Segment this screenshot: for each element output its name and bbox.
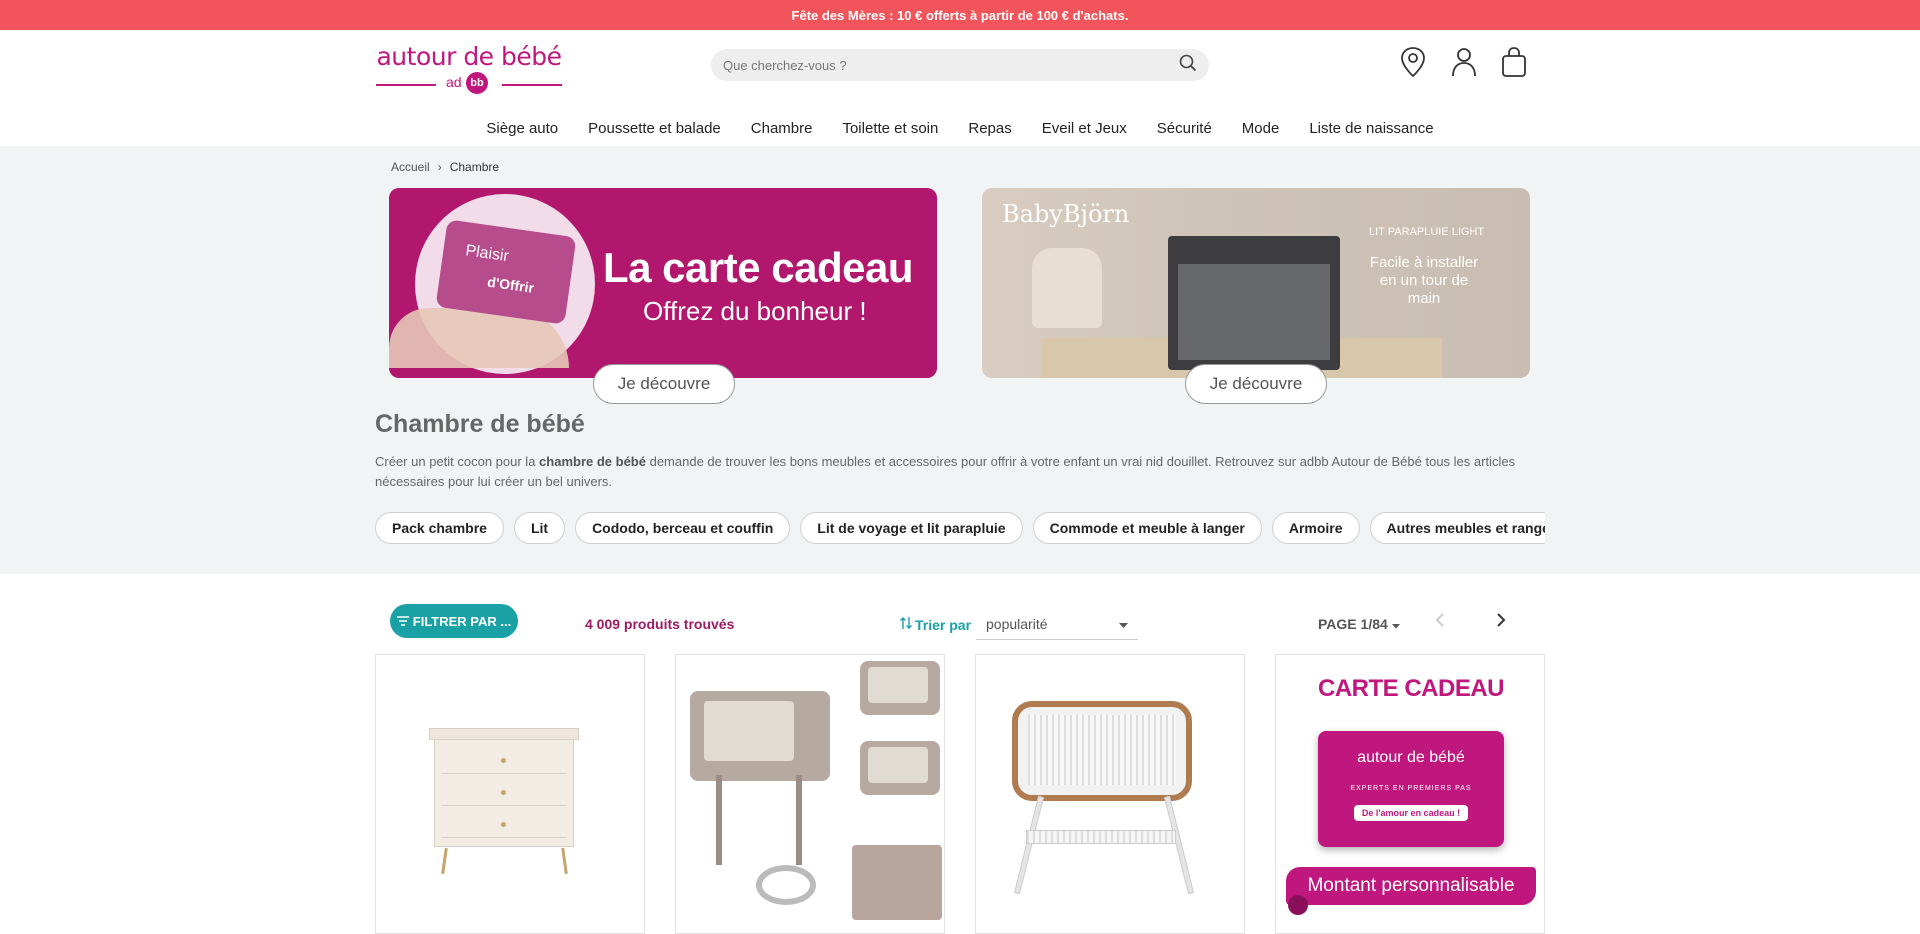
chip-autres-meubles[interactable]: Autres meubles et rangement (1369, 512, 1545, 544)
product-card[interactable] (675, 654, 945, 934)
gift-discover-button[interactable]: Je découvre (593, 364, 735, 404)
nav-item-securite[interactable]: Sécurité (1142, 114, 1227, 144)
page-select[interactable]: PAGE 1/84 (1318, 616, 1400, 632)
nav-item-toilette[interactable]: Toilette et soin (827, 114, 953, 144)
category-description: Créer un petit cocon pour la chambre de … (375, 454, 1516, 489)
chip-cododo[interactable]: Cododo, berceau et couffin (575, 512, 791, 544)
chip-lit-voyage[interactable]: Lit de voyage et lit parapluie (800, 512, 1023, 544)
banner-subtitle: Offrez du bonheur ! (643, 296, 867, 326)
main-nav: Siège auto Poussette et balade Chambre T… (0, 114, 1920, 144)
caret-down-icon (1119, 616, 1128, 632)
search-bar (711, 49, 1209, 81)
bag-icon[interactable] (1497, 44, 1531, 80)
account-icon[interactable] (1447, 44, 1481, 80)
logo-divider (376, 84, 436, 86)
breadcrumb-home[interactable]: Accueil (391, 160, 430, 174)
prev-page-button[interactable] (1435, 612, 1445, 633)
chevron-right-icon (1497, 613, 1506, 627)
logo-divider (502, 84, 562, 86)
nav-item-liste-naissance[interactable]: Liste de naissance (1294, 114, 1448, 144)
sort-select[interactable]: popularité (976, 608, 1138, 640)
gift-card-title: CARTE CADEAU (1318, 675, 1505, 702)
decorative-dot (1288, 895, 1308, 915)
filter-icon (396, 614, 409, 629)
desc-bold: chambre de bébé (539, 454, 646, 469)
babybjorn-discover-button[interactable]: Je découvre (1185, 364, 1327, 404)
chip-lit[interactable]: Lit (513, 512, 566, 544)
site-logo[interactable]: autour de bébé ad bb (376, 38, 562, 100)
chevron-left-icon (1435, 613, 1444, 627)
product-grid: CARTE CADEAU autour de bébé EXPERTS EN P… (375, 654, 1545, 934)
banner-brand: BabyBjörn (1002, 200, 1130, 228)
logo-text: autour de bébé (376, 42, 562, 71)
site-header: autour de bébé ad bb (0, 30, 1920, 116)
gift-card-illustration: Plaisir d'Offrir (435, 219, 577, 325)
breadcrumb-separator: › (437, 160, 442, 174)
breadcrumb-current: Chambre (449, 160, 500, 174)
product-card[interactable] (975, 654, 1245, 934)
gift-card-banner[interactable]: Plaisir d'Offrir La carte cadeau Offrez … (389, 188, 937, 378)
results-count: 4 009 produits trouvés (585, 616, 735, 632)
chip-commode[interactable]: Commode et meuble à langer (1032, 512, 1262, 544)
chair-illustration (1032, 248, 1102, 328)
subcategory-chips: Pack chambre Lit Cododo, berceau et couf… (375, 512, 1545, 544)
chip-pack-chambre[interactable]: Pack chambre (375, 512, 504, 544)
sort-label: Trier par (900, 616, 971, 633)
nav-item-siege-auto[interactable]: Siège auto (471, 114, 573, 144)
sort-value: popularité (986, 615, 1048, 632)
promo-banner[interactable]: Fête des Mères : 10 € offerts à partir d… (0, 0, 1920, 30)
product-card[interactable]: CARTE CADEAU autour de bébé EXPERTS EN P… (1275, 654, 1545, 934)
search-icon[interactable] (1179, 54, 1197, 77)
caret-down-icon (1391, 624, 1400, 629)
gift-card-image: autour de bébé EXPERTS EN PREMIERS PAS D… (1318, 731, 1504, 847)
nav-item-poussette[interactable]: Poussette et balade (573, 114, 736, 144)
promo-text: Fête des Mères : 10 € offerts à partir d… (791, 7, 1129, 23)
product-card[interactable] (375, 654, 645, 934)
listing-toolbar: FILTRER PAR ... 4 009 produits trouvés T… (0, 598, 1920, 648)
banner-title: La carte cadeau (603, 244, 914, 291)
banner-tagline: Facile à installer en un tour de main (1369, 254, 1479, 307)
page-title: Chambre de bébé (375, 410, 585, 438)
search-input[interactable] (723, 57, 1179, 73)
nav-item-mode[interactable]: Mode (1227, 114, 1295, 144)
nav-item-chambre[interactable]: Chambre (736, 114, 828, 144)
chip-armoire[interactable]: Armoire (1271, 512, 1360, 544)
logo-ad: ad (446, 74, 462, 90)
babybjorn-banner[interactable]: BabyBjörn LIT PARAPLUIE LIGHT Facile à i… (982, 188, 1530, 378)
card-line1: Plaisir (464, 242, 510, 266)
nav-item-repas[interactable]: Repas (953, 114, 1026, 144)
location-icon[interactable] (1396, 44, 1430, 80)
filter-label: FILTRER PAR ... (412, 613, 512, 629)
logo-bb-badge: bb (466, 72, 488, 94)
breadcrumb: Accueil › Chambre (391, 160, 499, 174)
dresser-image (429, 728, 579, 875)
banner-kicker: LIT PARAPLUIE LIGHT (1369, 226, 1485, 238)
travel-crib-illustration (1168, 236, 1340, 370)
next-page-button[interactable] (1496, 612, 1506, 633)
sort-icon (900, 616, 912, 633)
nav-item-eveil[interactable]: Eveil et Jeux (1027, 114, 1142, 144)
category-hero: Accueil › Chambre Plaisir d'Offrir La ca… (0, 146, 1920, 574)
card-line2: d'Offrir (486, 273, 536, 296)
gift-card-amount: Montant personnalisable (1286, 867, 1536, 905)
filter-button[interactable]: FILTRER PAR ... (390, 604, 518, 638)
